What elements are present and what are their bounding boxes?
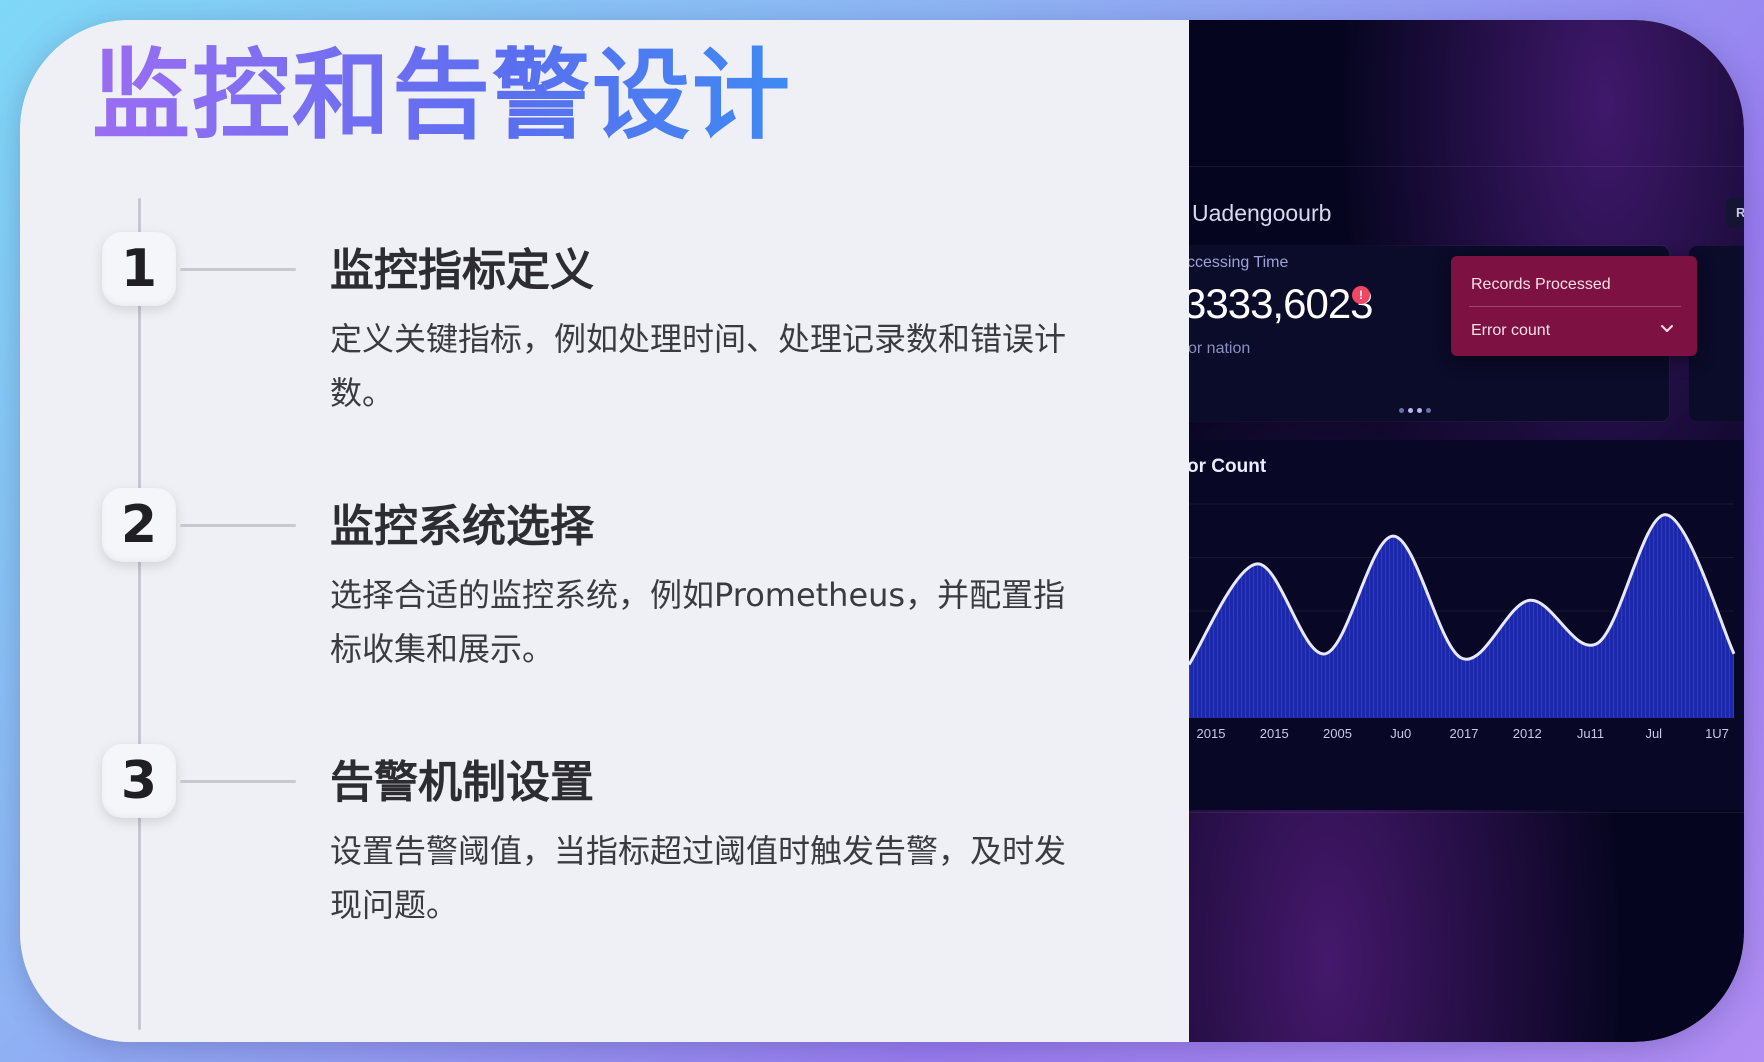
pager-dot bbox=[1408, 408, 1413, 413]
x-tick-label: Jul bbox=[1645, 726, 1662, 741]
dropdown-option-records: Records Processed bbox=[1471, 276, 1611, 293]
step-title: 监控指标定义 bbox=[330, 245, 594, 296]
pager-dot bbox=[1426, 408, 1431, 413]
pager-dot bbox=[1417, 408, 1422, 413]
x-tick-label: 2012 bbox=[1513, 726, 1542, 741]
step-connector bbox=[180, 524, 296, 527]
x-tick-label: 2005 bbox=[1323, 726, 1352, 741]
content-panel: 监控和告警设计 1 监控指标定义 定义关键指标，例如处理时间、处理记录数和错误计… bbox=[20, 20, 1189, 1042]
chart-title: or Count bbox=[1189, 456, 1267, 477]
header-chip: R bbox=[1726, 198, 1744, 228]
x-tick-label: Ju11 bbox=[1577, 726, 1604, 741]
x-tick-label: 2017 bbox=[1450, 726, 1479, 741]
step-3: 3 告警机制设置 设置告警阈值，当指标超过阈值时触发告警，及时发现问题。 bbox=[20, 744, 1189, 974]
step-number-badge: 3 bbox=[102, 744, 176, 818]
step-description: 设置告警阈值，当指标超过阈值时触发告警，及时发现问题。 bbox=[330, 832, 1067, 924]
step-1: 1 监控指标定义 定义关键指标，例如处理时间、处理记录数和错误计数。 bbox=[20, 232, 1189, 462]
step-number-badge: 1 bbox=[102, 232, 176, 306]
x-tick-label: Ju0 bbox=[1390, 726, 1411, 741]
metric-dropdown: Records Processed Error count bbox=[1451, 256, 1697, 356]
header-divider bbox=[1189, 166, 1744, 167]
x-tick-label: 2015 bbox=[1197, 726, 1226, 741]
step-connector bbox=[180, 780, 296, 783]
dashboard-image: Uadengoourb R ccessing Time 3333,6023 ! … bbox=[1189, 20, 1744, 1042]
step-description: 选择合适的监控系统，例如Prometheus，并配置指标收集和展示。 bbox=[330, 576, 1066, 668]
slide-card: 监控和告警设计 1 监控指标定义 定义关键指标，例如处理时间、处理记录数和错误计… bbox=[20, 20, 1744, 1042]
bottom-divider bbox=[1189, 812, 1744, 813]
chart-area bbox=[1189, 514, 1734, 718]
step-number-badge: 2 bbox=[102, 488, 176, 562]
step-description: 定义关键指标，例如处理时间、处理记录数和错误计数。 bbox=[330, 320, 1067, 412]
pager-dots bbox=[1399, 400, 1435, 418]
step-title: 监控系统选择 bbox=[330, 501, 594, 552]
x-tick-label: 1U7 bbox=[1705, 726, 1729, 741]
step-2: 2 监控系统选择 选择合适的监控系统，例如Prometheus，并配置指标收集和… bbox=[20, 488, 1189, 718]
chevron-down-icon bbox=[1661, 325, 1673, 332]
page-title: 监控和告警设计 bbox=[92, 39, 793, 153]
metric-value: 3333,6023 bbox=[1189, 280, 1374, 327]
side-panel bbox=[1689, 246, 1744, 421]
alert-badge: ! bbox=[1352, 286, 1370, 304]
dropdown-divider bbox=[1469, 306, 1681, 307]
error-count-chart: 2015 2015 2005 Ju0 2017 2012 Ju11 Jul 1U7 bbox=[1189, 503, 1736, 741]
metric-label: ccessing Time bbox=[1189, 254, 1289, 271]
dropdown-option-error: Error count bbox=[1471, 322, 1551, 339]
metric-subtitle: or nation bbox=[1189, 340, 1251, 357]
step-title: 告警机制设置 bbox=[330, 757, 594, 808]
dashboard-title: Uadengoourb bbox=[1192, 200, 1332, 226]
step-connector bbox=[180, 268, 296, 271]
x-tick-label: 2015 bbox=[1260, 726, 1289, 741]
pager-dot bbox=[1399, 408, 1404, 413]
